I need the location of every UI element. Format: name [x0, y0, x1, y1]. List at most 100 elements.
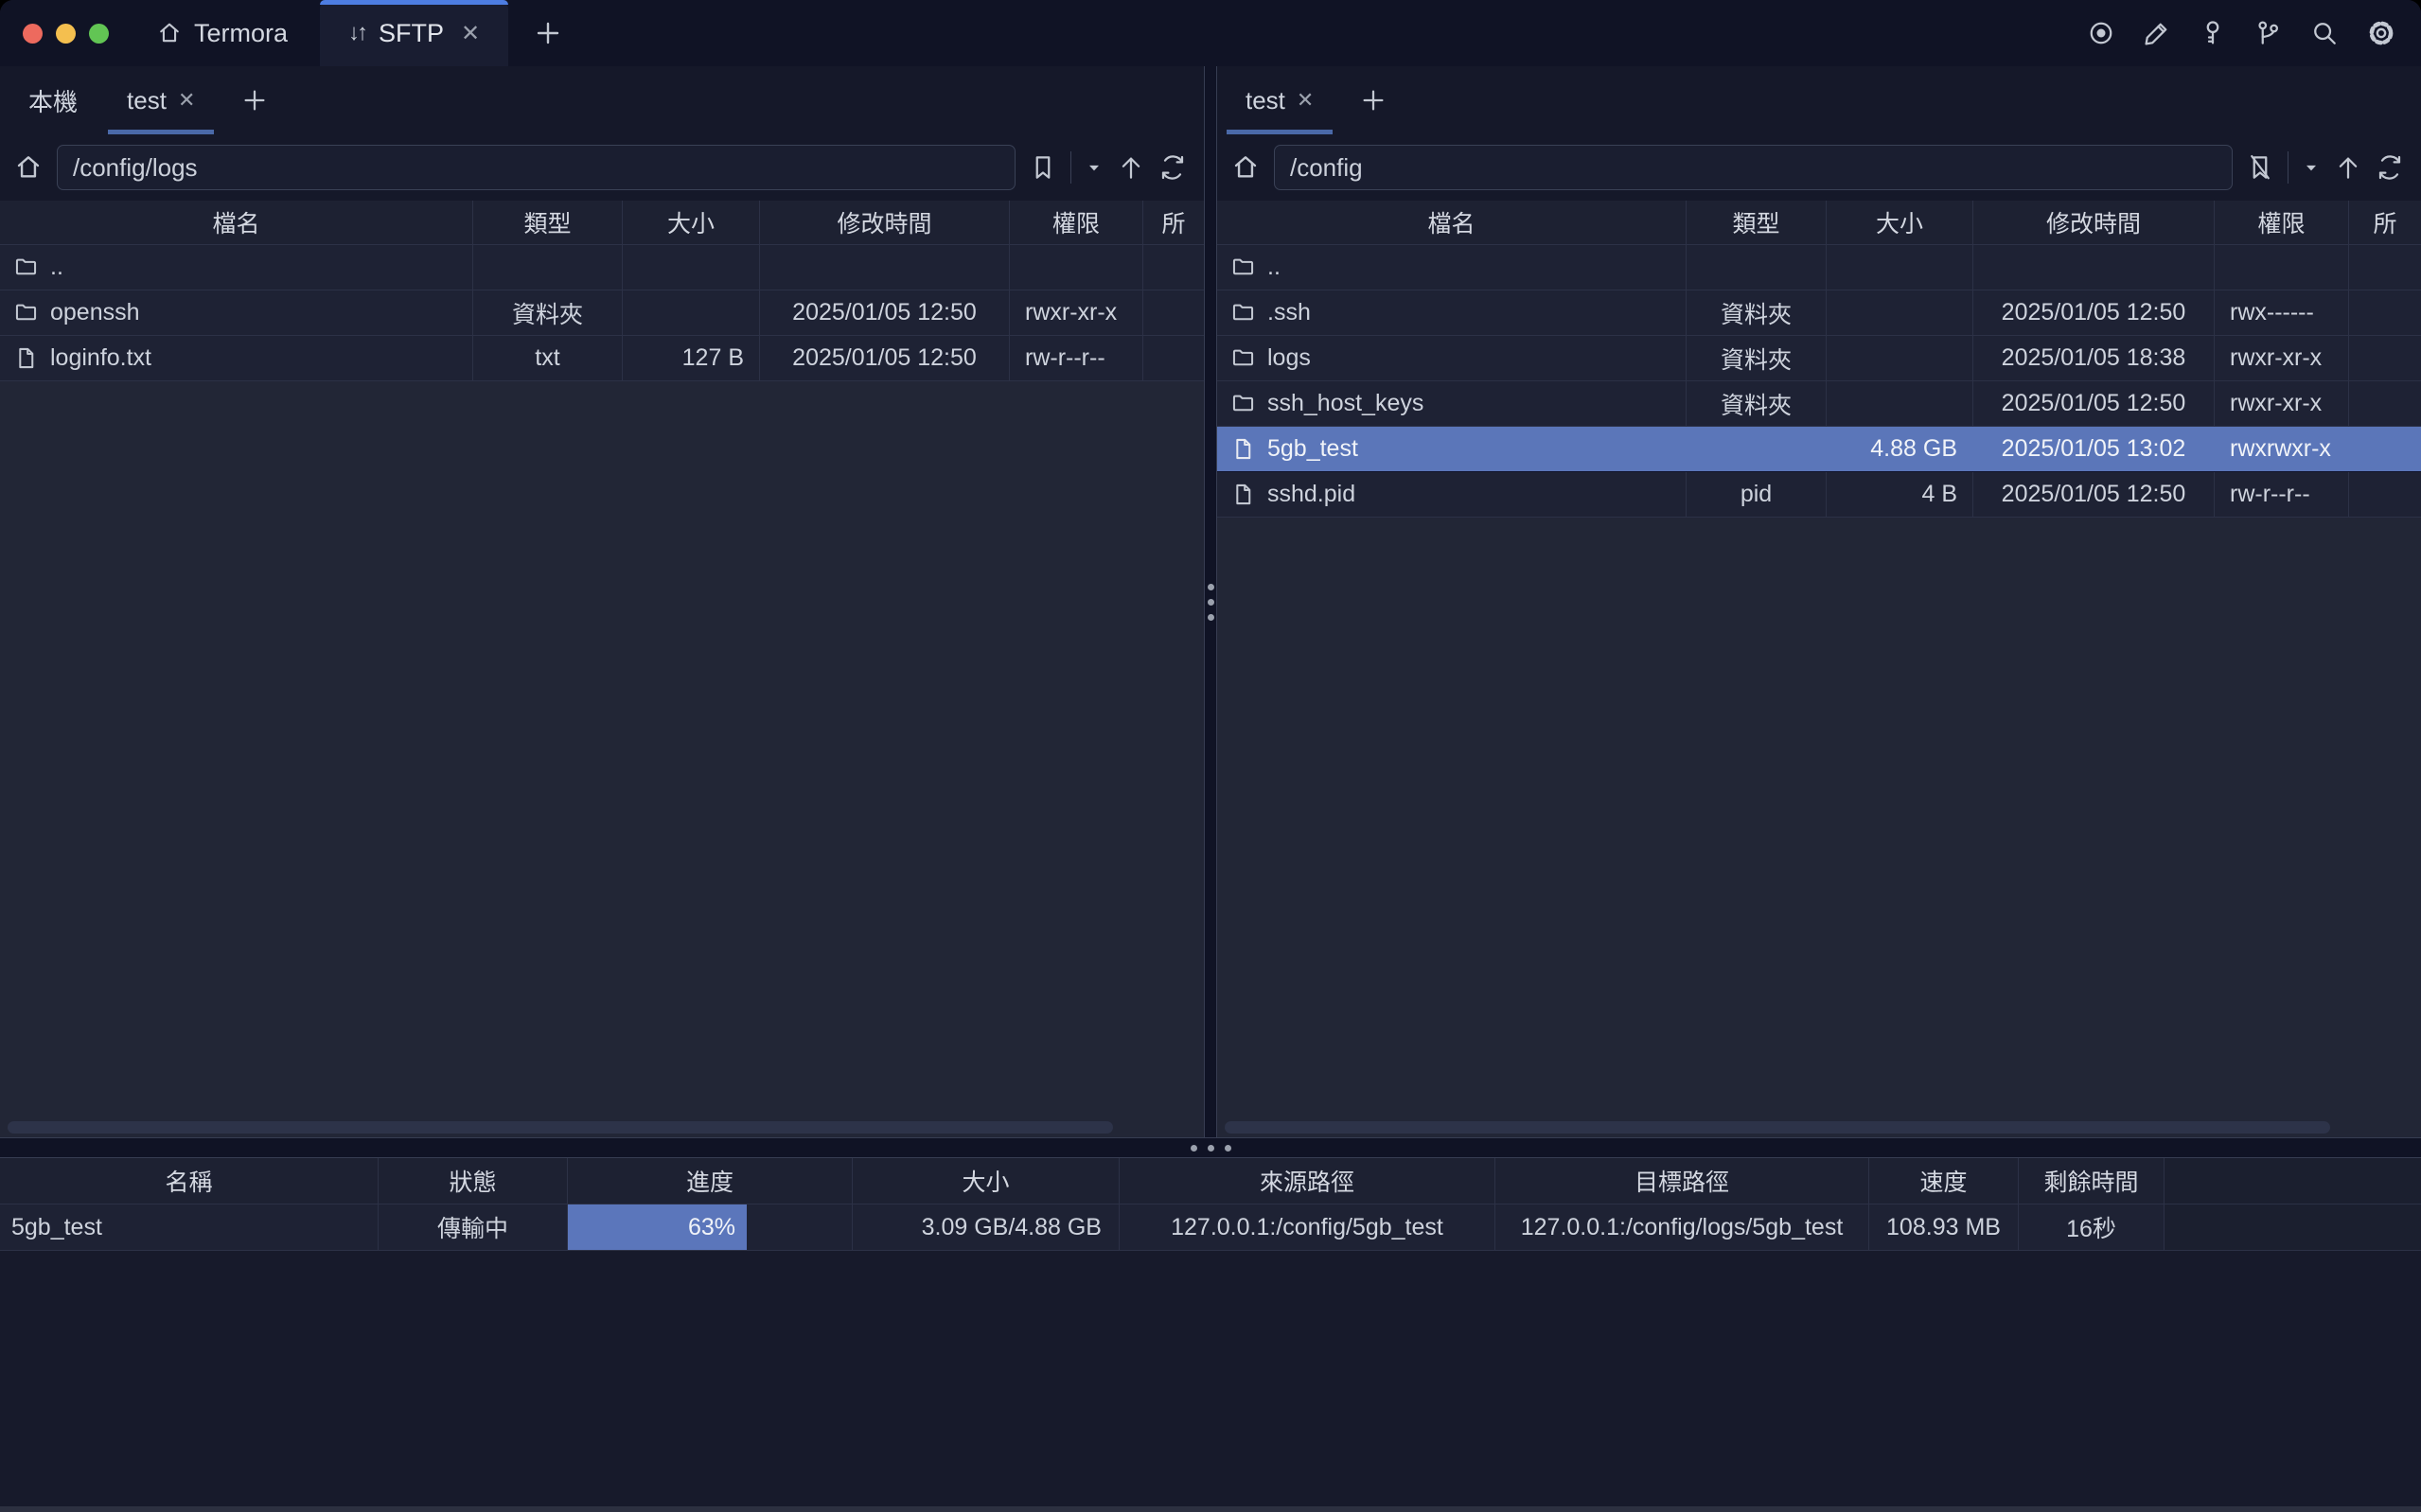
transfer-speed: 108.93 MB	[1869, 1204, 2019, 1250]
progress-label: 63%	[688, 1214, 735, 1241]
column-header-perms[interactable]: 權限	[1010, 201, 1143, 244]
transfer-row[interactable]: 5gb_test 傳輸中 63% 3.09 GB/4.88 GB 127.0.0…	[0, 1204, 2421, 1251]
window-bottom-edge	[0, 1506, 2421, 1512]
arrow-up-icon[interactable]	[1117, 153, 1145, 182]
right-file-table: 檔名 類型 大小 修改時間 權限 所 ..	[1217, 201, 2421, 518]
transfer-source-path: 127.0.0.1:/config/5gb_test	[1120, 1204, 1495, 1250]
minimize-window-button[interactable]	[56, 24, 76, 44]
column-header-speed[interactable]: 速度	[1869, 1158, 2019, 1204]
right-new-tab-button[interactable]	[1338, 66, 1408, 134]
scrollbar-thumb[interactable]	[1225, 1121, 2330, 1134]
file-type: 資料夾	[1687, 336, 1827, 380]
scrollbar-thumb[interactable]	[8, 1121, 1113, 1134]
table-row[interactable]: sshd.pid pid 4 B 2025/01/05 12:50 rw-r--…	[1217, 472, 2421, 518]
caret-down-icon[interactable]	[2302, 158, 2321, 177]
file-modified: 2025/01/05 12:50	[1973, 290, 2215, 335]
file-owner	[1143, 245, 1204, 290]
column-header-remaining[interactable]: 剩餘時間	[2019, 1158, 2165, 1204]
search-icon[interactable]	[2310, 19, 2339, 47]
left-tab-close-icon[interactable]: ✕	[178, 88, 195, 113]
file-name: 5gb_test	[1267, 435, 1358, 463]
left-new-tab-button[interactable]	[220, 66, 290, 134]
refresh-icon[interactable]	[2376, 153, 2404, 182]
file-name: openssh	[50, 299, 140, 326]
home-icon[interactable]	[1230, 152, 1261, 183]
file-owner	[2349, 381, 2421, 426]
key-icon[interactable]	[2199, 19, 2227, 47]
file-perms: rwxrwxr-x	[2215, 427, 2349, 471]
table-row[interactable]: .ssh 資料夾 2025/01/05 12:50 rwx------	[1217, 290, 2421, 336]
column-header-name[interactable]: 檔名	[0, 201, 473, 244]
file-modified: 2025/01/05 12:50	[760, 290, 1010, 335]
file-perms: rwx------	[2215, 290, 2349, 335]
right-tab-test[interactable]: test ✕	[1221, 66, 1338, 134]
splitter-dot	[1208, 1145, 1214, 1152]
bookmark-slash-icon[interactable]	[2246, 153, 2274, 182]
splitter-dot	[1225, 1145, 1231, 1152]
file-type: pid	[1687, 472, 1827, 517]
column-header-owner[interactable]: 所	[1143, 201, 1204, 244]
column-header-modified[interactable]: 修改時間	[1973, 201, 2215, 244]
file-owner	[2349, 472, 2421, 517]
folder-icon	[1230, 300, 1256, 325]
column-header-owner[interactable]: 所	[2349, 201, 2421, 244]
pane-splitter[interactable]	[1204, 66, 1217, 1137]
record-icon[interactable]	[2087, 19, 2115, 47]
file-modified: 2025/01/05 18:38	[1973, 336, 2215, 380]
column-header-source[interactable]: 來源路徑	[1120, 1158, 1495, 1204]
splitter-dot	[1191, 1145, 1197, 1152]
left-path-input[interactable]	[57, 145, 1016, 190]
column-header-name[interactable]: 名稱	[0, 1158, 379, 1204]
left-tab-test[interactable]: test ✕	[102, 66, 220, 134]
column-header-type[interactable]: 類型	[1687, 201, 1827, 244]
sftp-panes: 本機 test ✕	[0, 66, 2421, 1137]
keychain-icon[interactable]	[2254, 19, 2283, 47]
table-row[interactable]: logs 資料夾 2025/01/05 18:38 rwxr-xr-x	[1217, 336, 2421, 381]
column-header-type[interactable]: 類型	[473, 201, 623, 244]
file-type	[1687, 245, 1827, 290]
left-tab-local-label: 本機	[28, 83, 78, 118]
file-modified	[1973, 245, 2215, 290]
file-perms: rw-r--r--	[2215, 472, 2349, 517]
right-path-input[interactable]	[1274, 145, 2233, 190]
arrow-up-icon[interactable]	[2334, 153, 2362, 182]
tab-sftp[interactable]: ↓↑ SFTP ✕	[320, 0, 508, 66]
column-header-size[interactable]: 大小	[853, 1158, 1120, 1204]
titlebar-actions	[2087, 0, 2421, 66]
column-header-size[interactable]: 大小	[623, 201, 760, 244]
column-header-perms[interactable]: 權限	[2215, 201, 2349, 244]
column-header-progress[interactable]: 進度	[568, 1158, 853, 1204]
table-row[interactable]: openssh 資料夾 2025/01/05 12:50 rwxr-xr-x	[0, 290, 1204, 336]
zoom-window-button[interactable]	[89, 24, 109, 44]
caret-down-icon[interactable]	[1085, 158, 1104, 177]
new-terminal-tab-button[interactable]	[508, 0, 588, 66]
column-header-target[interactable]: 目標路徑	[1495, 1158, 1869, 1204]
table-row[interactable]: ssh_host_keys 資料夾 2025/01/05 12:50 rwxr-…	[1217, 381, 2421, 427]
bookmark-icon[interactable]	[1029, 153, 1057, 182]
file-owner	[2349, 336, 2421, 380]
table-row[interactable]: ..	[0, 245, 1204, 290]
file-type	[473, 245, 623, 290]
home-icon[interactable]	[13, 152, 44, 183]
right-horizontal-scrollbar	[1217, 1116, 2421, 1137]
folder-icon	[13, 300, 39, 325]
table-row[interactable]: loginfo.txt txt 127 B 2025/01/05 12:50 r…	[0, 336, 1204, 381]
transfer-panel-splitter[interactable]	[0, 1137, 2421, 1158]
left-tab-local[interactable]: 本機	[4, 66, 102, 134]
transfer-table: 名稱 狀態 進度 大小 來源路徑 目標路徑 速度 剩餘時間 5gb_test 傳…	[0, 1158, 2421, 1251]
table-row[interactable]: ..	[1217, 245, 2421, 290]
column-header-status[interactable]: 狀態	[379, 1158, 568, 1204]
column-header-name[interactable]: 檔名	[1217, 201, 1687, 244]
table-row-selected[interactable]: 5gb_test 4.88 GB 2025/01/05 13:02 rwxrwx…	[1217, 427, 2421, 472]
file-modified: 2025/01/05 12:50	[1973, 472, 2215, 517]
edit-pencil-icon[interactable]	[2143, 19, 2171, 47]
refresh-icon[interactable]	[1158, 153, 1187, 182]
right-tab-close-icon[interactable]: ✕	[1297, 88, 1314, 113]
file-size	[1827, 381, 1973, 426]
close-window-button[interactable]	[23, 24, 43, 44]
column-header-size[interactable]: 大小	[1827, 201, 1973, 244]
settings-gear-icon[interactable]	[2366, 18, 2396, 48]
column-header-modified[interactable]: 修改時間	[760, 201, 1010, 244]
tab-termora-home[interactable]: Termora	[135, 0, 320, 66]
sftp-tab-close-icon[interactable]: ✕	[461, 20, 480, 47]
